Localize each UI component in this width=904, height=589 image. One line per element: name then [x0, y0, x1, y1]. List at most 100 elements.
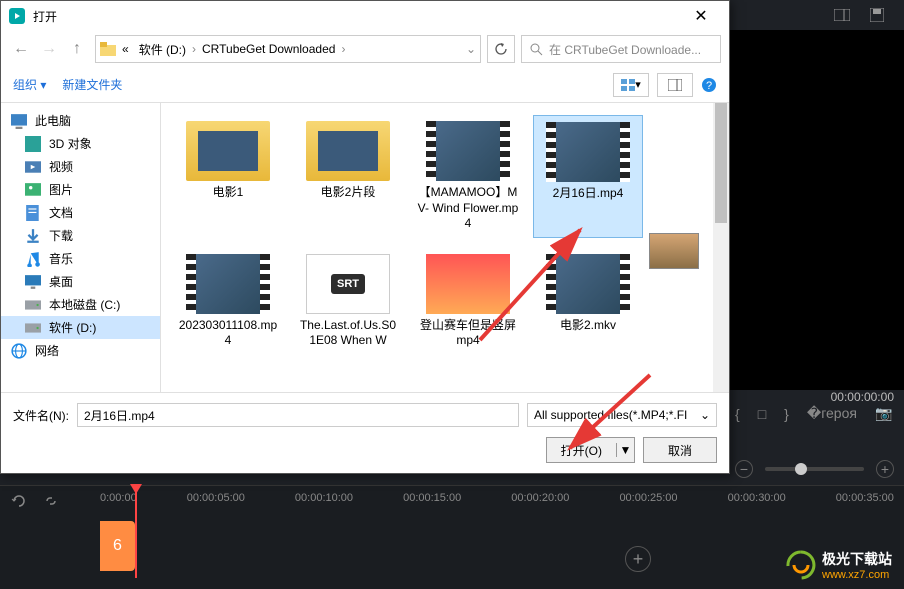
filename-input[interactable]: [77, 403, 519, 427]
sidebar-label: 软件 (D:): [49, 319, 96, 336]
file-item[interactable]: 电影1: [173, 115, 283, 238]
display-icon[interactable]: �героя: [807, 405, 857, 422]
help-icon[interactable]: ?: [701, 77, 717, 93]
timeline-ruler[interactable]: 0:00:00 00:00:05:00 00:00:10:00 00:00:15…: [100, 492, 894, 504]
file-label: 电影2片段: [321, 185, 376, 201]
open-dropdown-icon[interactable]: ▼: [616, 443, 634, 457]
file-label: 2月16日.mp4: [553, 186, 624, 202]
timeline: 0:00:00 00:00:05:00 00:00:10:00 00:00:15…: [0, 485, 904, 589]
stop-icon[interactable]: □: [758, 406, 766, 422]
sidebar-item-doc[interactable]: 文档: [1, 201, 160, 224]
path-breadcrumb[interactable]: « 软件 (D:) › CRTubeGet Downloaded › ⌄: [95, 35, 481, 63]
zoom-in-icon[interactable]: +: [876, 460, 894, 478]
preview-pane-button[interactable]: [657, 73, 693, 97]
file-item[interactable]: 登山赛车但是竖屏 mp4: [413, 248, 523, 355]
save-layout-icon[interactable]: [870, 8, 884, 22]
chevron-down-icon: ⌄: [700, 408, 710, 422]
doc-icon: [25, 205, 41, 221]
sidebar-label: 文档: [49, 204, 73, 221]
sidebar-item-disk[interactable]: 本地磁盘 (C:): [1, 293, 160, 316]
desktop-icon: [25, 274, 41, 290]
dialog-title: 打开: [33, 8, 681, 25]
filename-label: 文件名(N):: [13, 407, 69, 424]
srt-thumbnail: SRT: [306, 254, 390, 314]
net-icon: [11, 343, 27, 359]
dialog-titlebar: 打开 ✕: [1, 1, 729, 31]
view-mode-button[interactable]: ▾: [613, 73, 649, 97]
file-label: 【MAMAMOO】MV- Wind Flower.mp4: [417, 185, 519, 232]
transport-controls: { □ } �героя 📷: [735, 405, 892, 422]
sidebar-item-desktop[interactable]: 桌面: [1, 270, 160, 293]
file-label: 电影2.mkv: [560, 318, 616, 334]
watermark-logo-icon: [786, 550, 816, 580]
brace-close-icon[interactable]: }: [784, 406, 789, 422]
sidebar-label: 桌面: [49, 273, 73, 290]
chevron-right-icon: ›: [192, 42, 196, 56]
sidebar-item-music[interactable]: 音乐: [1, 247, 160, 270]
file-item[interactable]: 【MAMAMOO】MV- Wind Flower.mp4: [413, 115, 523, 238]
playhead[interactable]: [135, 488, 137, 578]
app-icon: [9, 8, 25, 24]
tick: 00:00:25:00: [619, 492, 677, 504]
sidebar-item-net[interactable]: 网络: [1, 339, 160, 362]
close-button[interactable]: ✕: [681, 2, 721, 30]
refresh-button[interactable]: [487, 35, 515, 63]
organize-button[interactable]: 组织 ▾: [13, 76, 46, 93]
new-folder-button[interactable]: 新建文件夹: [62, 76, 122, 93]
link-icon[interactable]: [42, 492, 60, 510]
sidebar: 此电脑 3D 对象视频图片文档下载音乐桌面本地磁盘 (C:) 软件 (D:) 网络: [1, 103, 161, 392]
music-icon: [25, 251, 41, 267]
editor-titlebar-icons: [734, 0, 904, 30]
tick: 0:00:00: [100, 492, 137, 504]
cancel-button[interactable]: 取消: [643, 437, 717, 463]
dialog-footer: 文件名(N): All supported files(*.MP4;*.FI⌄ …: [1, 392, 729, 473]
file-item[interactable]: 电影2片段: [293, 115, 403, 238]
sidebar-item-video[interactable]: 视频: [1, 155, 160, 178]
sidebar-label: 3D 对象: [49, 135, 92, 152]
zoom-out-icon[interactable]: −: [735, 460, 753, 478]
sidebar-item-download[interactable]: 下载: [1, 224, 160, 247]
tick: 00:00:15:00: [403, 492, 461, 504]
sidebar-item-pc[interactable]: 此电脑: [1, 109, 160, 132]
path-folder[interactable]: CRTubeGet Downloaded: [198, 40, 339, 58]
file-item[interactable]: 电影2.mkv: [533, 248, 643, 355]
sidebar-label: 视频: [49, 158, 73, 175]
scrollbar-vertical[interactable]: [713, 103, 729, 392]
file-item[interactable]: 202303011108.mp4: [173, 248, 283, 355]
open-button[interactable]: 打开(O) ▼: [546, 437, 635, 463]
folder-thumbnail: [186, 121, 270, 181]
layout-icon[interactable]: [834, 9, 850, 21]
up-button[interactable]: ↑: [65, 37, 89, 61]
zoom-slider-thumb[interactable]: [795, 463, 807, 475]
timeline-tools: [10, 492, 60, 510]
search-input[interactable]: 在 CRTubeGet Downloade...: [521, 35, 721, 63]
forward-button[interactable]: →: [37, 37, 61, 61]
add-track-button[interactable]: +: [625, 546, 651, 572]
timeline-clip[interactable]: 6: [100, 521, 135, 571]
chevron-down-icon[interactable]: ⌄: [466, 42, 476, 56]
brace-open-icon[interactable]: {: [735, 406, 740, 422]
disk-icon: [25, 297, 41, 313]
file-label: The.Last.of.Us.S01E08 When W: [297, 318, 399, 349]
folder-icon: [100, 42, 116, 56]
file-item[interactable]: 2月16日.mp4: [533, 115, 643, 238]
dialog-toolbar: 组织 ▾ 新建文件夹 ▾ ?: [1, 67, 729, 103]
sidebar-item-image[interactable]: 图片: [1, 178, 160, 201]
path-glyph[interactable]: «: [118, 40, 133, 58]
redo-icon[interactable]: [10, 492, 28, 510]
video-thumbnail: [186, 254, 270, 314]
timecode-display: 00:00:00:00: [831, 390, 894, 404]
back-button[interactable]: ←: [9, 37, 33, 61]
file-item[interactable]: SRT The.Last.of.Us.S01E08 When W: [293, 248, 403, 355]
image-icon: [25, 182, 41, 198]
camera-icon[interactable]: 📷: [875, 405, 892, 422]
folder-thumbnail: [306, 121, 390, 181]
filetype-filter[interactable]: All supported files(*.MP4;*.FI⌄: [527, 403, 717, 427]
path-drive[interactable]: 软件 (D:): [135, 39, 190, 60]
zoom-slider[interactable]: [765, 467, 864, 471]
sidebar-item-disk[interactable]: 软件 (D:): [1, 316, 160, 339]
video-thumbnail: [426, 121, 510, 181]
file-list: 电影1 电影2片段 【MAMAMOO】MV- Wind Flower.mp4 2月16…: [161, 103, 729, 392]
sidebar-item-3d[interactable]: 3D 对象: [1, 132, 160, 155]
scrollbar-thumb[interactable]: [715, 103, 727, 223]
